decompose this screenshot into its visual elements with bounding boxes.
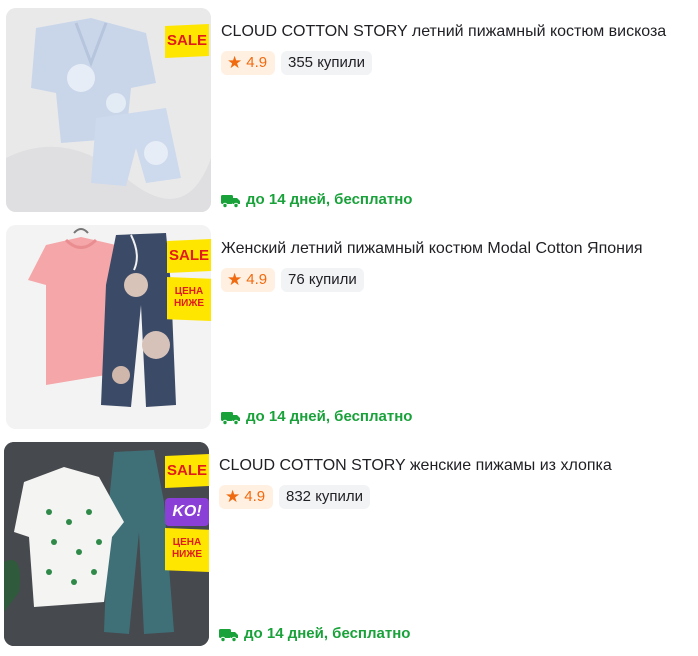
product-title[interactable]: Женский летний пижамный костюм Modal Cot… xyxy=(221,239,643,259)
product-card[interactable]: SALE KO! ЦЕНА НИЖЕ CLOUD COTTON STORY же… xyxy=(0,442,698,648)
sold-count: 832 купили xyxy=(279,485,371,509)
sold-count: 355 купили xyxy=(281,51,373,75)
product-card[interactable]: SALE CLOUD COTTON STORY летний пижамный … xyxy=(0,8,698,214)
truck-icon xyxy=(219,628,238,642)
price-lower-badge: ЦЕНА НИЖЕ xyxy=(165,528,209,572)
rating-badge: ★ 4.9 xyxy=(219,485,274,509)
star-icon: ★ xyxy=(227,53,243,72)
rating-badge: ★ 4.9 xyxy=(221,268,276,292)
delivery-info: до 14 дней, бесплатно xyxy=(221,407,412,427)
sale-badge: SALE xyxy=(165,454,209,488)
rating-badge: ★ 4.9 xyxy=(221,51,276,75)
product-title[interactable]: CLOUD COTTON STORY женские пижамы из хло… xyxy=(219,456,612,476)
sale-badge: SALE xyxy=(165,24,209,58)
delivery-info: до 14 дней, бесплатно xyxy=(221,190,412,210)
sale-badge: SALE xyxy=(167,239,211,273)
truck-icon xyxy=(221,194,240,208)
sold-count: 76 купили xyxy=(281,268,364,292)
ko-badge: KO! xyxy=(165,498,209,526)
price-lower-badge: ЦЕНА НИЖЕ xyxy=(167,277,211,321)
product-card[interactable]: SALE ЦЕНА НИЖЕ Женский летний пижамный к… xyxy=(0,225,698,431)
truck-icon xyxy=(221,411,240,425)
delivery-info: до 14 дней, бесплатно xyxy=(219,624,410,644)
star-icon: ★ xyxy=(227,270,243,289)
star-icon: ★ xyxy=(225,487,241,506)
product-title[interactable]: CLOUD COTTON STORY летний пижамный костю… xyxy=(221,22,666,42)
